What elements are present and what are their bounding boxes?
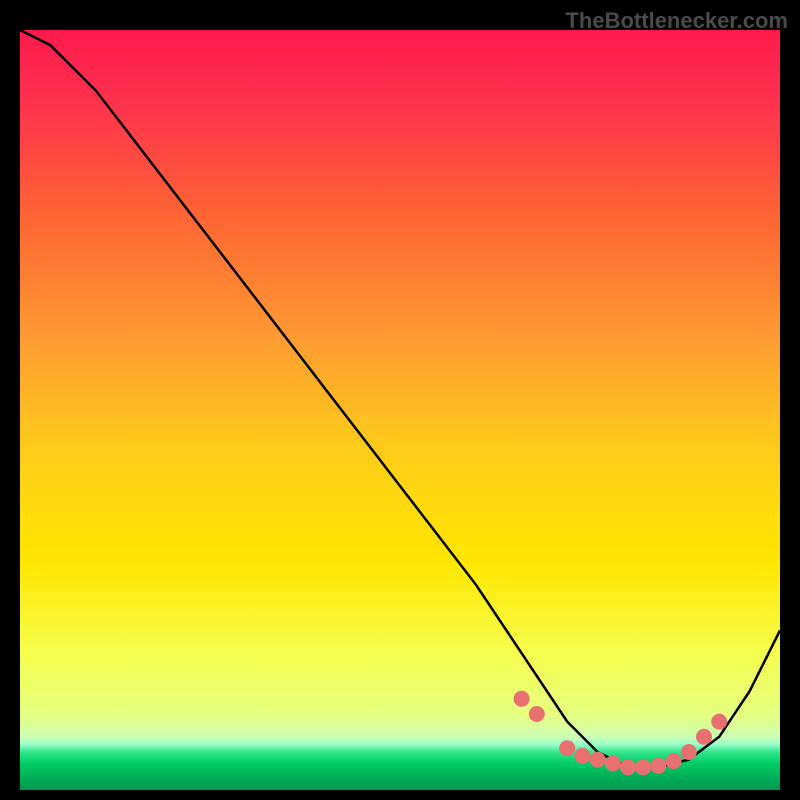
marker-point <box>681 744 697 760</box>
marker-point <box>711 714 727 730</box>
watermark-text: TheBottlenecker.com <box>565 8 788 34</box>
marker-point <box>650 758 666 774</box>
marker-point <box>666 753 682 769</box>
marker-point <box>559 740 575 756</box>
chart-container: TheBottlenecker.com <box>0 0 800 800</box>
marker-point <box>635 759 651 775</box>
marker-point <box>696 729 712 745</box>
marker-point <box>605 755 621 771</box>
marker-point <box>514 691 530 707</box>
chart-svg <box>20 30 780 790</box>
marker-point <box>590 752 606 768</box>
plot-area <box>20 30 780 790</box>
marker-point <box>574 748 590 764</box>
gradient-background <box>20 30 780 790</box>
marker-point <box>620 759 636 775</box>
marker-point <box>529 706 545 722</box>
